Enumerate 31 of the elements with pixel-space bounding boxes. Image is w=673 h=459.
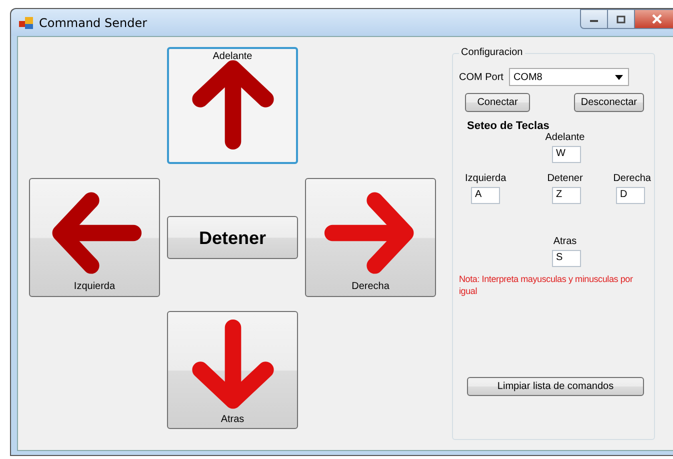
direction-button[interactable]: Atras: [167, 311, 298, 429]
port-label: COM Port: [459, 72, 504, 82]
direction-button[interactable]: Derecha: [305, 178, 436, 297]
disconnect-button[interactable]: Desconectar: [574, 93, 644, 112]
connect-button[interactable]: Conectar: [465, 93, 530, 112]
key-label: Derecha: [613, 173, 651, 184]
maximize-button[interactable]: [607, 9, 635, 29]
direction-button[interactable]: Izquierda: [29, 178, 160, 297]
maximize-icon: [616, 14, 626, 24]
direction-button[interactable]: Adelante: [167, 47, 298, 164]
window-title: Command Sender: [39, 16, 148, 30]
key-label: Detener: [547, 173, 583, 184]
key-field[interactable]: Z: [552, 187, 581, 204]
key-field[interactable]: W: [552, 146, 581, 163]
stop-button[interactable]: Detener: [167, 216, 298, 259]
close-icon: [651, 14, 663, 24]
key-field[interactable]: A: [471, 187, 500, 204]
caret-icon: [615, 74, 624, 80]
section-title: Seteo de Teclas: [467, 120, 550, 132]
minimize-button[interactable]: [580, 9, 608, 29]
app-icon: [19, 16, 33, 28]
key-field[interactable]: S: [552, 250, 581, 267]
key-label: Adelante: [545, 132, 585, 143]
port-dropdown[interactable]: COM8: [509, 68, 630, 86]
group-title: Configuracion: [459, 47, 525, 58]
key-label: Izquierda: [465, 173, 508, 184]
clear-commands-button[interactable]: Limpiar lista de comandos: [467, 377, 644, 396]
close-button[interactable]: [634, 9, 673, 29]
note-text: Nota: Interpreta mayusculas y minusculas por igual: [459, 273, 634, 297]
key-field[interactable]: D: [616, 187, 645, 204]
key-label: Atras: [553, 236, 577, 247]
